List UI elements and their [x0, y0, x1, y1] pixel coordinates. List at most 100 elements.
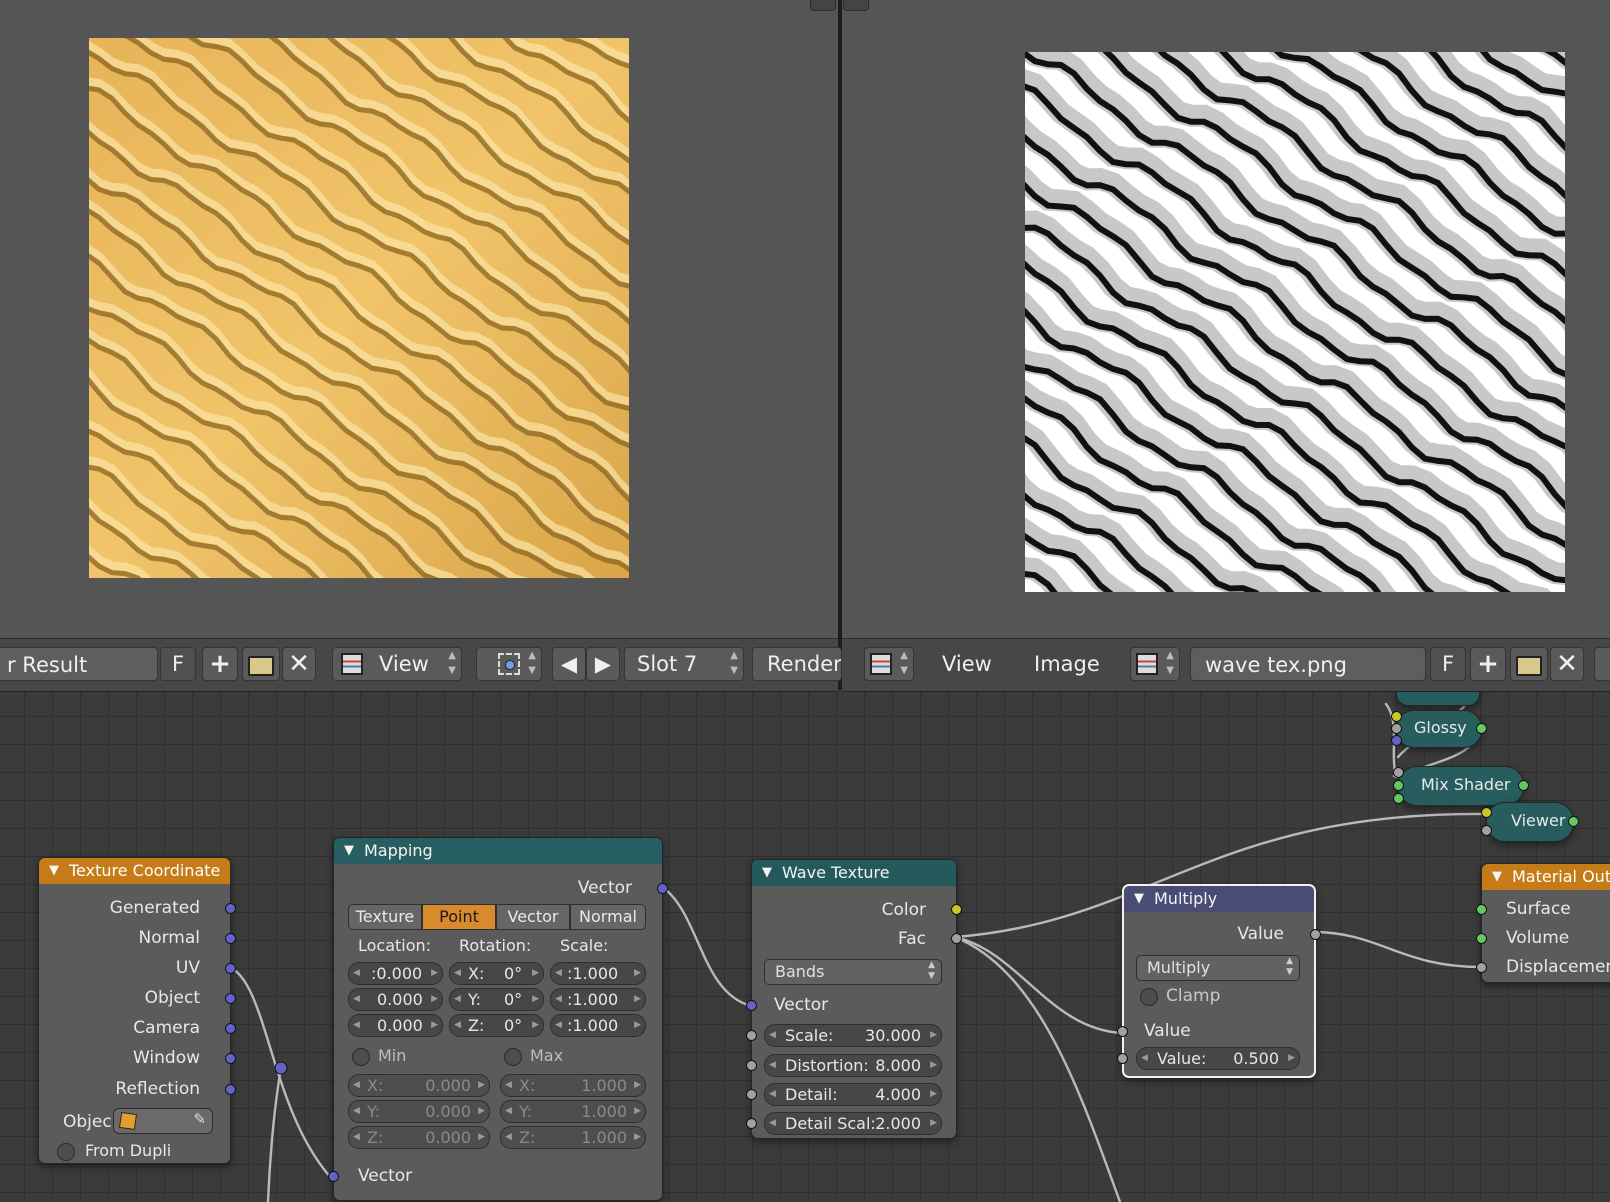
image-name-field[interactable]: wave tex.png [1190, 647, 1426, 681]
math-operation-dropdown[interactable]: Multiply ▲ ▼ [1136, 955, 1300, 981]
texture-coordinate-node[interactable]: ▼ Texture Coordinate Generated Normal UV… [38, 857, 236, 1164]
socket-window[interactable] [225, 1053, 236, 1064]
socket-viewer-out[interactable] [1568, 816, 1579, 827]
socket-distortion-in[interactable] [746, 1060, 757, 1071]
editor-type-button[interactable]: ▲ ▼ [864, 647, 914, 681]
value-field[interactable]: ◀ Value: 0.500 ▶ [1136, 1047, 1300, 1070]
node-header[interactable]: ▼ Wave Texture [752, 860, 956, 886]
viewer-node[interactable]: Viewer [1481, 802, 1579, 842]
socket-fac-in[interactable] [1393, 767, 1404, 778]
scale-y-field[interactable]: ◀:1.000 ▶ [550, 988, 646, 1011]
socket-shader-in-2[interactable] [1393, 793, 1404, 804]
rotation-z-field[interactable]: ◀ Z: 0° ▶ [449, 1014, 544, 1037]
fake-user-button[interactable]: F [160, 647, 196, 681]
socket-detail-in[interactable] [746, 1089, 757, 1100]
tab-point[interactable]: Point [422, 904, 496, 930]
socket-bsdf-out[interactable] [1476, 723, 1487, 734]
render-result-viewer[interactable] [0, 0, 838, 638]
tab-texture[interactable]: Texture [348, 904, 422, 930]
render-layer-dropdown[interactable]: Render [752, 647, 842, 681]
min-z-field[interactable]: ◀ Z: 0.000 ▶ [348, 1126, 490, 1149]
browse-image-button[interactable]: ▲ ▼ [1130, 647, 1180, 681]
mapping-node[interactable]: ▼ Mapping Vector Texture Point Vector No… [328, 837, 668, 1201]
min-checkbox[interactable] [352, 1048, 370, 1066]
min-x-field[interactable]: ◀ X: 0.000 ▶ [348, 1074, 490, 1097]
socket-surface-in[interactable] [1476, 904, 1487, 915]
collapse-triangle-icon[interactable]: ▼ [762, 860, 772, 886]
tab-normal[interactable]: Normal [570, 904, 646, 930]
object-picker[interactable]: ✎ [113, 1108, 213, 1134]
max-y-field[interactable]: ◀ Y: 1.000 ▶ [500, 1100, 646, 1123]
socket-object[interactable] [225, 993, 236, 1004]
mix-shader-node[interactable]: Mix Shader [1393, 766, 1529, 806]
max-z-field[interactable]: ◀ Z: 1.000 ▶ [500, 1126, 646, 1149]
socket-viewer-in-2[interactable] [1481, 825, 1492, 836]
new-image-button[interactable]: + [202, 647, 238, 681]
socket-normal-in[interactable] [1391, 735, 1402, 746]
detail-scale-field[interactable]: ◀ Detail Scal: 2.000 ▶ [764, 1112, 942, 1135]
min-y-field[interactable]: ◀ Y: 0.000 ▶ [348, 1100, 490, 1123]
material-output-node[interactable]: ▼ Material Outp Surface Volume Displacem… [1476, 863, 1610, 983]
open-image-button[interactable] [1510, 647, 1548, 681]
socket-detail-scale-in[interactable] [746, 1118, 757, 1129]
socket-fac[interactable] [951, 933, 962, 944]
scale-z-field[interactable]: ◀:1.000 ▶ [550, 1014, 646, 1037]
from-dupli-checkbox[interactable] [57, 1143, 75, 1161]
socket-camera[interactable] [225, 1023, 236, 1034]
collapse-triangle-icon[interactable]: ▼ [1134, 886, 1144, 912]
location-z-field[interactable]: ◀ 0.000 ▶ [348, 1014, 443, 1037]
socket-value-in-2[interactable] [1117, 1053, 1128, 1064]
area-corner-tab[interactable] [843, 0, 869, 11]
socket-vector-out[interactable] [657, 883, 668, 894]
previous-slot-button[interactable]: ◀ [552, 647, 586, 681]
socket-shader-in-1[interactable] [1393, 780, 1404, 791]
rotation-x-field[interactable]: ◀ X: 0° ▶ [449, 962, 544, 985]
view-menu[interactable]: View [942, 647, 992, 681]
fake-user-button[interactable]: F [1430, 647, 1466, 681]
unlink-image-button[interactable]: ✕ [1550, 647, 1584, 681]
socket-reflection[interactable] [225, 1084, 236, 1095]
socket-roughness-in[interactable] [1391, 723, 1402, 734]
multiply-node[interactable]: ▼ Multiply Value Multiply ▲ ▼ Clamp Value… [1117, 884, 1321, 1078]
location-x-field[interactable]: ◀:0.000 ▶ [348, 962, 443, 985]
tab-vector[interactable]: Vector [496, 904, 570, 930]
node-header[interactable]: ▼ Multiply [1124, 886, 1314, 912]
image-name-field[interactable]: r Result [0, 647, 158, 681]
max-x-field[interactable]: ◀ X: 1.000 ▶ [500, 1074, 646, 1097]
eyedropper-icon[interactable]: ✎ [193, 1109, 206, 1130]
render-slot-dropdown[interactable]: Slot 7 ▲ ▼ [624, 647, 744, 681]
socket-displacement-in[interactable] [1476, 962, 1487, 973]
unlink-image-button[interactable]: ✕ [282, 647, 316, 681]
socket-vector-in[interactable] [328, 1171, 339, 1182]
glossy-node[interactable]: Glossy [1391, 710, 1487, 748]
open-image-button[interactable] [242, 647, 280, 681]
location-y-field[interactable]: ◀ 0.000 ▶ [348, 988, 443, 1011]
socket-viewer-in-1[interactable] [1481, 807, 1492, 818]
socket-vector-in[interactable] [746, 1000, 757, 1011]
detail-field[interactable]: ◀ Detail: 4.000 ▶ [764, 1083, 942, 1106]
new-image-button[interactable]: + [1470, 647, 1506, 681]
clamp-checkbox[interactable] [1140, 988, 1158, 1006]
socket-color[interactable] [951, 904, 962, 915]
wave-texture-node[interactable]: ▼ Wave Texture Color Fac Bands ▲ ▼ Vector… [746, 859, 962, 1139]
pin-image-button[interactable] [1594, 647, 1610, 681]
socket-uv[interactable] [225, 963, 236, 974]
socket-value-in-1[interactable] [1117, 1026, 1128, 1037]
scale-x-field[interactable]: ◀:1.000 ▶ [550, 962, 646, 985]
rotation-y-field[interactable]: ◀ Y: 0° ▶ [449, 988, 544, 1011]
socket-normal[interactable] [225, 933, 236, 944]
node-editor[interactable]: ▼ Texture Coordinate Generated Normal UV… [0, 692, 1610, 1202]
socket-volume-in[interactable] [1476, 933, 1487, 944]
scale-field[interactable]: ◀ Scale: 30.000 ▶ [764, 1024, 942, 1047]
socket-shader-out[interactable] [1518, 780, 1529, 791]
collapse-triangle-icon[interactable]: ▼ [49, 858, 59, 884]
socket-generated[interactable] [225, 903, 236, 914]
collapse-triangle-icon[interactable]: ▼ [344, 838, 354, 864]
node-header[interactable]: ▼ Texture Coordinate [39, 858, 230, 884]
distortion-field[interactable]: ◀ Distortion: 8.000 ▶ [764, 1054, 942, 1077]
next-slot-button[interactable]: ▶ [586, 647, 620, 681]
collapse-triangle-icon[interactable]: ▼ [1492, 864, 1502, 890]
display-mode-button[interactable]: ▲ ▼ [476, 647, 542, 681]
max-checkbox[interactable] [504, 1048, 522, 1066]
area-corner-tab[interactable] [810, 0, 836, 11]
